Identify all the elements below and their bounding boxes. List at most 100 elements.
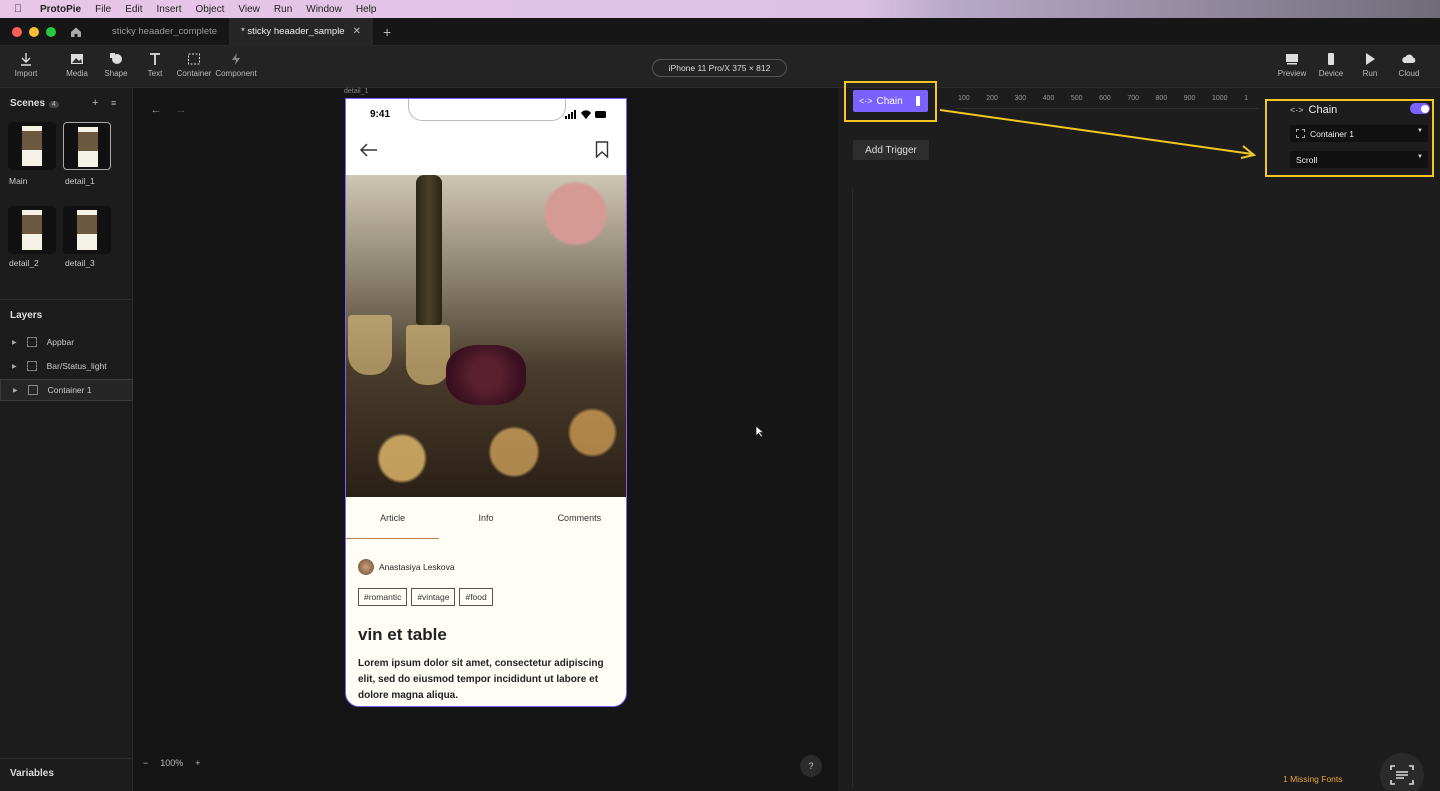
add-tab-icon[interactable]: +: [383, 24, 391, 40]
tag-food[interactable]: #food: [459, 588, 493, 606]
menu-insert[interactable]: Insert: [156, 4, 181, 15]
ruler-tick: 1: [1244, 95, 1248, 102]
bookmark-icon[interactable]: [595, 141, 609, 158]
menu-run[interactable]: Run: [274, 4, 292, 15]
zoom-window-button[interactable]: [46, 26, 56, 37]
text-icon: [150, 53, 160, 65]
chain-icon: <·>: [859, 96, 873, 106]
expand-arrow-icon[interactable]: ▶: [12, 339, 17, 346]
tab-article[interactable]: Article: [346, 497, 440, 539]
zoom-level[interactable]: 100%: [160, 758, 183, 768]
text-scan-button[interactable]: [1380, 753, 1424, 791]
back-arrow-icon[interactable]: [360, 143, 378, 157]
scene-thumb-detail-3[interactable]: [63, 206, 111, 254]
toolbar: Import Media Shape Text Container Compon…: [0, 46, 1440, 88]
missing-fonts-warning[interactable]: 1 Missing Fonts: [1283, 774, 1343, 784]
cloud-icon: [1402, 54, 1416, 63]
tab-sticky-header-sample[interactable]: * sticky heaader_sample ✕: [229, 17, 373, 46]
author-row: Anastasiya Leskova: [358, 559, 455, 575]
tag-vintage[interactable]: #vintage: [411, 588, 456, 606]
scene-thumb-detail-2[interactable]: [8, 206, 56, 254]
zoom-control: − 100% +: [143, 758, 201, 768]
layer-container-1[interactable]: ▶ Container 1: [0, 379, 133, 401]
cloud-button[interactable]: Cloud: [1389, 52, 1429, 78]
menu-object[interactable]: Object: [196, 4, 225, 15]
drag-handle[interactable]: [916, 96, 920, 106]
ruler-tick: 700: [1127, 95, 1139, 102]
help-button[interactable]: ?: [800, 755, 822, 777]
run-button[interactable]: Run: [1350, 52, 1390, 78]
ruler-tick: 600: [1099, 95, 1111, 102]
status-time: 9:41: [370, 109, 391, 120]
scene-preview: [22, 210, 42, 250]
left-sidebar: Scenes 4 + ≡ Main detail_1 detail_2 detai…: [0, 88, 133, 791]
expand-arrow-icon[interactable]: ▶: [13, 387, 18, 394]
preview-button[interactable]: Preview: [1272, 52, 1312, 78]
interaction-panel: <·> Chain Add Trigger 100 200 300 400 50…: [838, 81, 1440, 791]
add-trigger-button[interactable]: Add Trigger: [853, 140, 929, 160]
scene-label-main: Main: [9, 176, 28, 186]
menu-view[interactable]: View: [238, 4, 260, 15]
tab-comments[interactable]: Comments: [533, 497, 626, 539]
canvas[interactable]: ← → detail_1 9:41 Article Info Comments: [133, 88, 838, 791]
layer-label: Container 1: [47, 385, 92, 395]
component-button[interactable]: Component: [215, 52, 257, 78]
wine-bottle: [416, 175, 442, 325]
ruler-tick: 800: [1155, 95, 1168, 102]
device-selector[interactable]: iPhone 11 Pro/X 375 × 812: [652, 59, 787, 77]
layer-appbar[interactable]: ▶ Appbar: [0, 331, 133, 353]
component-label: Component: [215, 69, 257, 78]
scene-thumb-detail-1[interactable]: [63, 122, 111, 170]
phone-frame[interactable]: 9:41 Article Info Comments Anastasiya Le…: [345, 98, 627, 707]
ruler-tick: 1000: [1211, 95, 1228, 102]
tab-label: sticky heaader_complete: [112, 26, 218, 37]
text-label: Text: [147, 69, 163, 78]
mouse-cursor-icon: [755, 425, 765, 438]
device-button[interactable]: Device: [1311, 52, 1351, 78]
tag-romantic[interactable]: #romantic: [358, 588, 408, 606]
layer-status-bar[interactable]: ▶ Bar/Status_light: [0, 355, 133, 377]
tab-sticky-header-complete[interactable]: sticky heaader_complete: [100, 18, 229, 46]
macos-menubar:  ProtoPie File Edit Insert Object View …: [0, 0, 1440, 18]
menu-window[interactable]: Window: [306, 4, 342, 15]
menu-help[interactable]: Help: [356, 4, 377, 15]
shape-button[interactable]: Shape: [96, 52, 136, 78]
scene-label-detail-3: detail_3: [65, 258, 95, 268]
menu-edit[interactable]: Edit: [125, 4, 142, 15]
zoom-out-button[interactable]: −: [143, 758, 148, 768]
import-button[interactable]: Import: [6, 52, 46, 78]
media-button[interactable]: Media: [57, 52, 97, 78]
forward-nav-button[interactable]: →: [170, 101, 192, 119]
scene-sort-icon[interactable]: ≡: [111, 98, 116, 108]
variables-title[interactable]: Variables: [10, 768, 54, 779]
text-button[interactable]: Text: [135, 52, 175, 78]
expand-arrow-icon[interactable]: ▶: [12, 363, 17, 370]
layers-title: Layers: [10, 310, 43, 321]
media-label: Media: [66, 69, 88, 78]
close-window-button[interactable]: [12, 26, 22, 37]
close-tab-icon[interactable]: ✕: [353, 26, 361, 37]
tab-label: * sticky heaader_sample: [241, 26, 345, 37]
article-title: vin et table: [358, 625, 447, 644]
layer-label: Appbar: [46, 337, 75, 347]
menu-app-name[interactable]: ProtoPie: [40, 4, 81, 15]
menu-file[interactable]: File: [95, 4, 111, 15]
container-button[interactable]: Container: [174, 52, 214, 78]
apple-icon[interactable]: : [14, 3, 28, 15]
zoom-in-button[interactable]: +: [195, 758, 200, 768]
phone-notch: [408, 99, 566, 121]
home-icon[interactable]: [70, 26, 82, 38]
preview-icon: [1286, 54, 1298, 65]
text-scan-icon: [1390, 765, 1414, 785]
highlight-box-properties: [1265, 99, 1434, 177]
back-nav-button[interactable]: ←: [145, 101, 167, 119]
tab-info[interactable]: Info: [439, 497, 532, 539]
add-scene-icon[interactable]: +: [92, 97, 98, 109]
scene-count-badge: 4: [49, 101, 59, 108]
scene-thumb-main[interactable]: [8, 122, 56, 170]
minimize-window-button[interactable]: [29, 26, 39, 37]
chain-trigger-chip[interactable]: <·> Chain: [853, 90, 928, 112]
ruler-tick: 200: [986, 95, 998, 102]
frame-label: detail_1: [344, 88, 369, 95]
shape-label: Shape: [104, 69, 128, 78]
